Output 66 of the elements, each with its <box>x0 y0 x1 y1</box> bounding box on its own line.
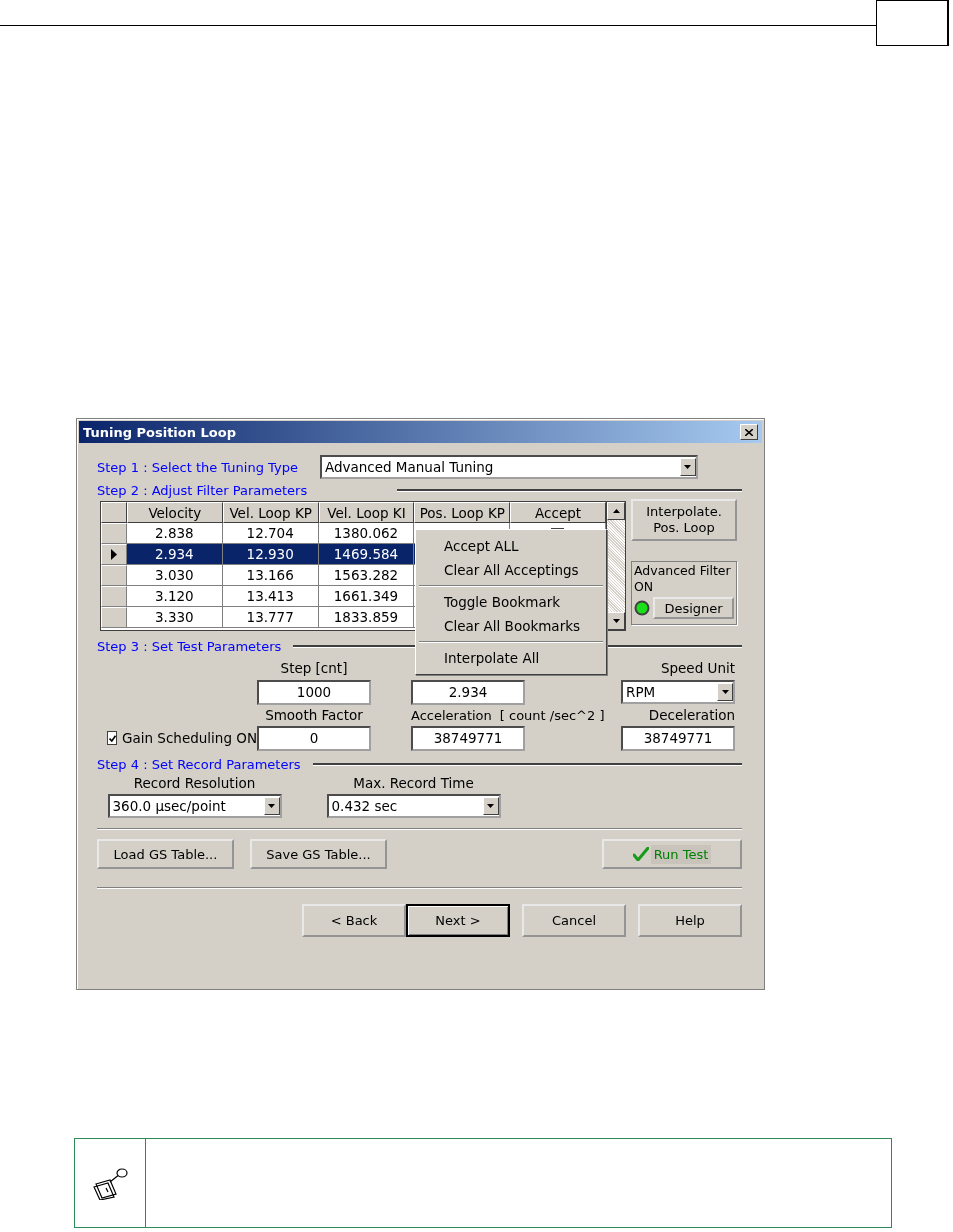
close-icon <box>745 428 753 436</box>
table-cell: 12.930 <box>222 544 319 565</box>
input-field[interactable]: 38749771 <box>621 725 735 751</box>
table-cell: 13.777 <box>222 607 319 628</box>
units-label: [ count /sec^2 ] <box>499 707 605 723</box>
column-header[interactable]: Vel. Loop KI <box>318 502 415 523</box>
field-label: Smooth Factor <box>264 707 364 723</box>
table-cell: 1469.584 <box>318 544 415 565</box>
column-header[interactable]: Accept <box>510 502 606 523</box>
input-field[interactable]: 1000 <box>257 679 371 705</box>
step-label: Step 3 : Set Test Parameters <box>97 638 282 654</box>
row-header[interactable] <box>101 544 127 565</box>
dropdown-arrow-icon <box>721 690 729 694</box>
table-cell: 1833.859 <box>318 607 415 628</box>
dropdown-arrow-icon <box>684 465 692 469</box>
table-cell: 13.166 <box>222 565 319 586</box>
dialog-button[interactable]: Help <box>638 904 742 937</box>
field-label: Speed Unit <box>659 660 735 676</box>
input-field[interactable]: 2.934 <box>411 679 525 705</box>
step-label: Step 1 : Select the Tuning Type <box>97 459 298 475</box>
table-cell: 3.120 <box>126 586 223 607</box>
field-label: Step [cnt] <box>279 660 349 676</box>
window-title: Tuning Position Loop <box>83 424 236 440</box>
input-field[interactable]: 0 <box>257 725 371 751</box>
speed-unit-dropdown[interactable]: RPM <box>621 680 735 704</box>
step-label: Step 4 : Set Record Parameters <box>97 756 301 772</box>
scrollbar[interactable] <box>607 501 626 631</box>
table-file-button[interactable]: Save GS Table... <box>250 839 387 869</box>
interpolate-button[interactable]: Interpolate. Pos. Loop <box>631 499 737 541</box>
table-cell: 3.330 <box>126 607 223 628</box>
column-header[interactable]: Vel. Loop KP <box>222 502 319 523</box>
tuning-type-dropdown[interactable]: Advanced Manual Tuning <box>319 455 698 479</box>
note-icon <box>90 1166 130 1200</box>
row-pointer-icon <box>110 549 117 560</box>
checkmark-icon <box>632 847 649 861</box>
dropdown-arrow-icon <box>487 804 494 808</box>
column-header[interactable]: Velocity <box>126 502 223 523</box>
input-field[interactable]: 38749771 <box>411 725 525 751</box>
field-label: Deceleration <box>647 707 735 723</box>
field-label: Record Resolution <box>133 775 256 791</box>
checkbox-label: Gain Scheduling ON <box>122 730 257 746</box>
step-label: Step 2 : Adjust Filter Parameters <box>97 482 308 498</box>
scroll-down-icon <box>612 619 620 623</box>
table-cell: 13.413 <box>222 586 319 607</box>
designer-button[interactable]: Designer <box>653 597 734 619</box>
menu-item[interactable]: Interpolate All <box>416 646 606 670</box>
table-file-button[interactable]: Load GS Table... <box>97 839 234 869</box>
dialog-button[interactable]: Cancel <box>522 904 626 937</box>
record-time-dropdown[interactable]: 0.432 sec <box>326 794 501 818</box>
checkbox[interactable] <box>107 731 118 745</box>
table-cell: 2.934 <box>126 544 223 565</box>
table-cell: 1563.282 <box>318 565 415 586</box>
dialog-button[interactable]: < Back <box>302 904 406 937</box>
field-label: Acceleration <box>411 707 492 723</box>
menu-item[interactable]: Clear All Bookmarks <box>416 614 606 638</box>
dropdown-arrow-icon <box>268 804 275 808</box>
table-cell: 1661.349 <box>318 586 415 607</box>
table-cell: 3.030 <box>126 565 223 586</box>
filter-status-label: Advanced Filter ON <box>634 563 732 595</box>
dialog-button[interactable]: Next > <box>406 904 510 937</box>
close-button[interactable] <box>740 424 758 440</box>
checkmark-icon <box>108 734 116 742</box>
field-label: Max. Record Time <box>353 775 474 791</box>
resolution-dropdown[interactable]: 360.0 µsec/point <box>107 794 282 818</box>
scroll-up-icon <box>612 509 620 513</box>
column-header[interactable]: Pos. Loop KP <box>414 502 511 523</box>
